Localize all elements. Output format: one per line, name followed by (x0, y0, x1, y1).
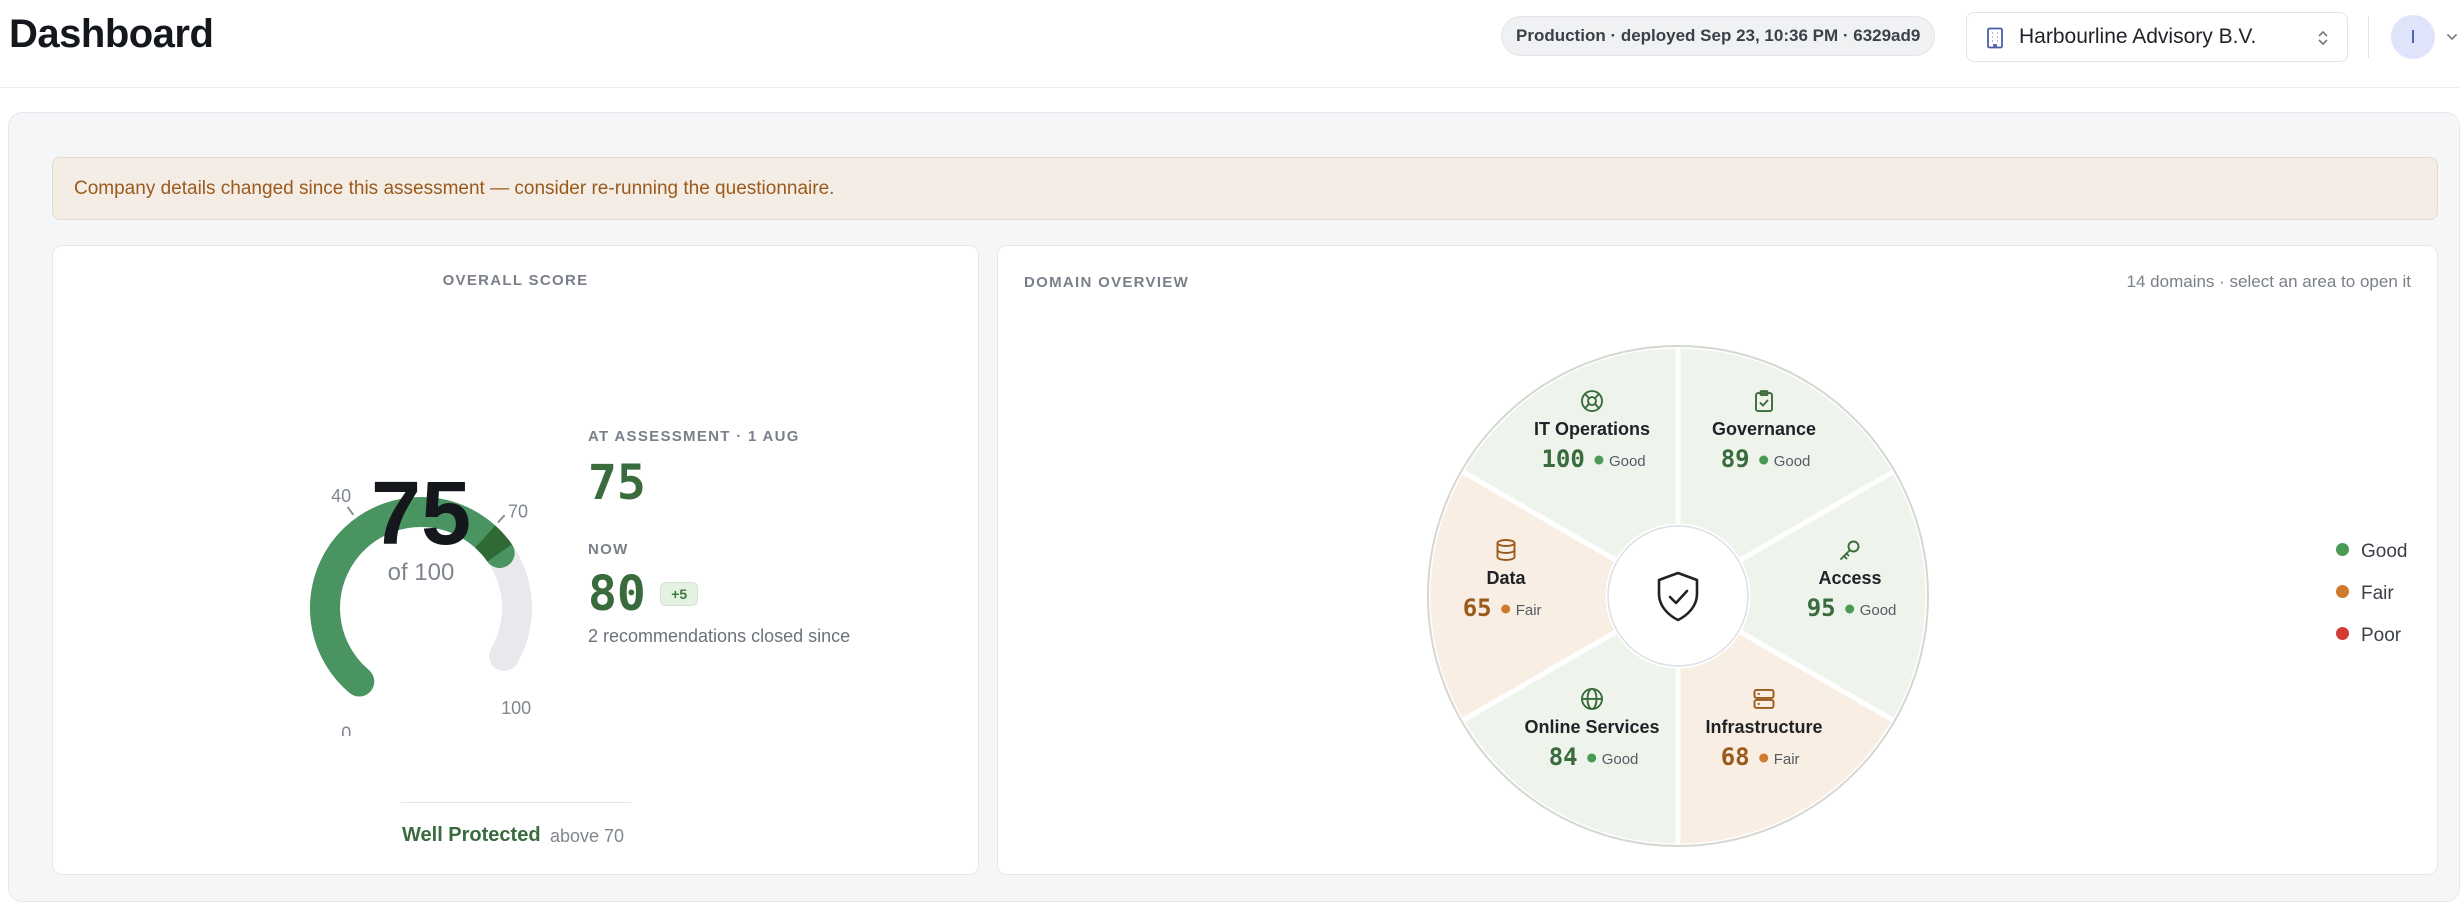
domain-overview-hint: 14 domains · select an area to open it (2126, 272, 2411, 291)
gauge-tick-label-70: 70 (508, 501, 528, 521)
gauge-of-label: of 100 (388, 559, 455, 586)
domain-name: Governance (1712, 419, 1816, 439)
domain-status-label: Good (1602, 751, 1639, 768)
banner-message: Company details changed since this asses… (74, 178, 835, 199)
legend-dot-poor (2336, 627, 2349, 641)
organization-name: Harbourline Advisory B.V. (2019, 25, 2257, 48)
user-avatar[interactable]: I (2391, 15, 2435, 59)
domain-status-dot (1587, 753, 1597, 763)
organization-select[interactable]: Harbourline Advisory B.V. (1966, 12, 2348, 62)
domain-score: 95 (1807, 594, 1836, 622)
chevron-up-down-icon (2317, 29, 2329, 52)
domain-status-dot (1501, 604, 1511, 614)
domain-status-dot (1594, 455, 1604, 465)
header-divider (2368, 16, 2369, 58)
legend-item-poor: Poor (2336, 615, 2407, 657)
domain-status-dot (1759, 753, 1769, 763)
legend-dot-fair (2336, 585, 2349, 599)
domain-overview-card: DOMAIN OVERVIEW 14 domains · select an a… (997, 245, 2438, 875)
domain-score: 65 (1463, 594, 1492, 622)
domain-name: Access (1818, 568, 1881, 588)
reassessment-banner: Company details changed since this asses… (52, 157, 2438, 220)
domain-name: Online Services (1524, 717, 1659, 737)
overall-score-title: OVERALL SCORE (442, 272, 589, 289)
status-legend: Good Fair Poor (2336, 531, 2407, 657)
gauge-tick-70 (497, 514, 506, 524)
chevron-down-icon[interactable] (2446, 28, 2458, 46)
domain-score: 84 (1549, 743, 1578, 771)
domain-status-label: Fair (1774, 751, 1800, 768)
domain-name: Infrastructure (1705, 717, 1822, 737)
gauge-score-value: 75 (371, 464, 471, 564)
gauge-tick-40 (346, 506, 355, 516)
deploy-badge: Production · deployed Sep 23, 10:36 PM ·… (1501, 16, 1936, 56)
domain-wheel: Governance 89 Good Access 95 Good Infrastructu… (1425, 343, 1931, 849)
gauge-tick-label-100: 100 (501, 698, 531, 718)
legend-item-fair: Fair (2336, 573, 2407, 615)
domain-score: 89 (1721, 445, 1750, 473)
legend-dot-good (2336, 543, 2349, 557)
domain-name: Data (1486, 568, 1526, 588)
assessment-label: AT ASSESSMENT · 1 AUG (588, 428, 800, 445)
recommendations-closed-text: 2 recommendations closed since (588, 626, 851, 646)
gauge-tick-label-0: 0 (341, 724, 351, 737)
legend-label-poor: Poor (2361, 625, 2402, 646)
score-delta-badge: +5 (660, 582, 699, 606)
now-label: NOW (588, 541, 629, 558)
band-divider (401, 802, 631, 803)
score-comparison: AT ASSESSMENT · 1 AUG 75 NOW 80 +5 2 rec… (588, 428, 850, 647)
building-icon (1985, 27, 2005, 54)
domain-score: 68 (1721, 743, 1750, 771)
current-score: 80 (588, 566, 646, 622)
protection-band-name: Well Protected (402, 824, 541, 846)
domain-status-dot (1759, 455, 1769, 465)
domain-status-dot (1845, 604, 1855, 614)
gauge-tick-label-40: 40 (331, 486, 351, 506)
domain-status-label: Good (1860, 602, 1897, 619)
domain-status-label: Fair (1516, 602, 1542, 619)
domain-status-label: Good (1774, 453, 1811, 470)
domain-score: 100 (1541, 445, 1584, 473)
legend-label-good: Good (2361, 541, 2408, 562)
top-bar: Dashboard Production · deployed Sep 23, … (0, 0, 2460, 88)
domain-name: IT Operations (1534, 419, 1650, 439)
legend-label-fair: Fair (2361, 583, 2394, 604)
wheel-center (1607, 525, 1749, 667)
gauge-band-segment (474, 525, 512, 562)
domain-status-label: Good (1609, 453, 1646, 470)
now-row: 80 +5 (588, 566, 850, 622)
score-gauge: 0 40 70 100 75 of 100 (310, 464, 532, 737)
page-title: Dashboard (9, 12, 214, 56)
overall-score-card: OVERALL SCORE 0 40 70 100 75 of 100 AT A… (52, 245, 979, 875)
legend-item-good: Good (2336, 531, 2407, 573)
protection-band-threshold: above 70 (550, 826, 625, 846)
domain-overview-title: DOMAIN OVERVIEW (1024, 274, 1190, 291)
assessment-score: 75 (588, 455, 646, 511)
